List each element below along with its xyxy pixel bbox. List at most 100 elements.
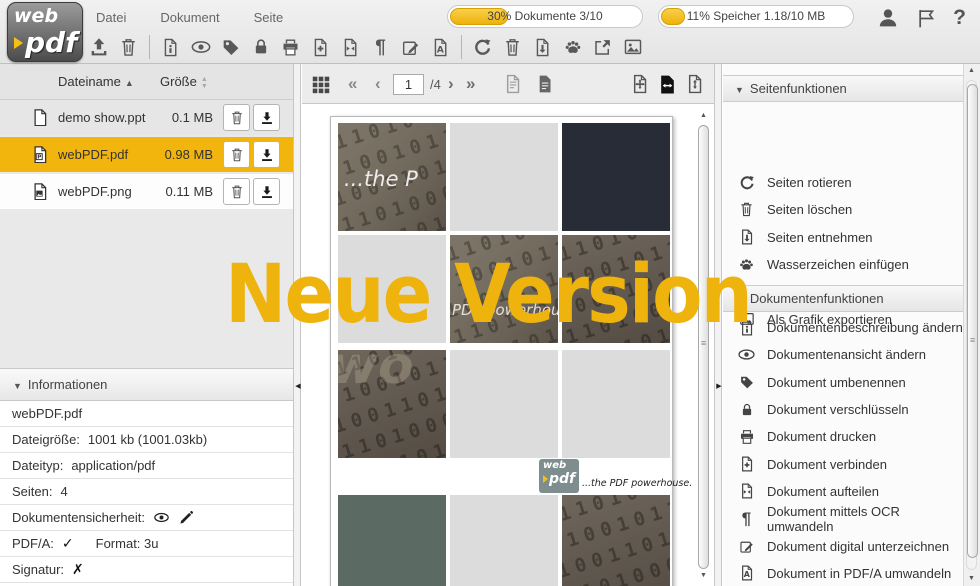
- collapse-left-icon[interactable]: ◀: [294, 382, 302, 390]
- edit-security-pencil-icon[interactable]: [178, 509, 195, 526]
- doc-view-button[interactable]: [188, 35, 213, 60]
- collapse-right-icon[interactable]: ▶: [715, 382, 723, 390]
- info-pdfa: PDF/A: ✓ Format: 3u: [0, 531, 293, 557]
- prev-page-button[interactable]: ‹: [375, 64, 381, 104]
- function-aufteilen[interactable]: Dokument aufteilen: [723, 478, 963, 505]
- last-page-button[interactable]: »: [466, 64, 475, 104]
- function-drucken[interactable]: Dokument drucken: [723, 423, 963, 450]
- user-account-icon[interactable]: [876, 6, 900, 30]
- download-file-button[interactable]: [253, 141, 280, 168]
- doc-info-icon: [160, 37, 181, 58]
- function-umbenennen[interactable]: Dokument umbenennen: [723, 369, 963, 396]
- scroll-up-icon[interactable]: ▲: [964, 64, 979, 78]
- ocr-button[interactable]: ¶: [368, 35, 393, 60]
- printer-icon: [280, 37, 301, 58]
- help-icon[interactable]: ?: [953, 6, 966, 30]
- watermark-paw-icon: [562, 36, 584, 58]
- menu-dokument[interactable]: Dokument: [160, 10, 219, 25]
- view-security-eye-icon[interactable]: [153, 509, 170, 526]
- split-button[interactable]: [338, 35, 363, 60]
- doc-description-button[interactable]: [158, 35, 183, 60]
- column-dateiname[interactable]: Dateiname▲: [58, 64, 134, 101]
- download-icon: [259, 110, 275, 126]
- fit-page-button[interactable]: [629, 64, 651, 104]
- function-ocr[interactable]: ¶Dokument mittels OCR umwandeln: [723, 505, 963, 532]
- scroll-down-icon[interactable]: ▼: [696, 569, 711, 583]
- upload-button[interactable]: [86, 35, 111, 60]
- column-groesse[interactable]: Größe▲▼: [160, 64, 208, 100]
- merge-icon: [310, 37, 331, 58]
- info-filename: webPDF.pdf: [0, 401, 293, 427]
- function-ansicht-aendern[interactable]: Dokumentenansicht ändern: [723, 341, 963, 368]
- merge-button[interactable]: [308, 35, 333, 60]
- section-dokumentenfunktionen[interactable]: ▼Dokumentenfunktionen: [723, 285, 963, 312]
- trash-icon: [502, 37, 523, 58]
- function-seiten-entnehmen[interactable]: Seiten entnehmen: [723, 224, 963, 251]
- download-file-button[interactable]: [253, 178, 280, 205]
- function-seiten-loeschen[interactable]: Seiten löschen: [723, 196, 963, 223]
- rotate-pages-button[interactable]: [470, 35, 495, 60]
- delete-file-button[interactable]: [223, 178, 250, 205]
- scroll-down-icon[interactable]: ▼: [964, 572, 979, 586]
- encrypt-button[interactable]: [248, 35, 273, 60]
- logo-web-text: web: [14, 6, 76, 26]
- delete-pages-button[interactable]: [500, 35, 525, 60]
- scroll-up-icon[interactable]: ▲: [696, 109, 711, 123]
- page-text: ...the P: [344, 167, 418, 191]
- sign-button[interactable]: [398, 35, 423, 60]
- scrollbar-thumb[interactable]: ≡: [698, 125, 709, 569]
- fit-width-button[interactable]: [656, 64, 679, 104]
- single-page-view-button[interactable]: [502, 64, 524, 104]
- delete-file-button[interactable]: [223, 104, 250, 131]
- pdfa-button[interactable]: [428, 35, 453, 60]
- information-header[interactable]: ▼Informationen: [0, 368, 293, 401]
- download-file-button[interactable]: [253, 104, 280, 131]
- file-row-ppt[interactable]: demo show.ppt 0.1 MB: [0, 100, 293, 135]
- watermark-button[interactable]: [560, 35, 585, 60]
- function-pdfa-umwandeln[interactable]: Dokument in PDF/A umwandeln: [723, 560, 963, 586]
- delete-file-button[interactable]: [116, 35, 141, 60]
- info-pages: Seiten:4: [0, 479, 293, 505]
- fit-height-button[interactable]: [684, 64, 706, 104]
- extract-pages-button[interactable]: [530, 35, 555, 60]
- page-ghost-text: wo: [338, 350, 414, 396]
- export-image-button[interactable]: [620, 35, 645, 60]
- first-page-button[interactable]: «: [348, 64, 357, 104]
- function-wasserzeichen[interactable]: Wasserzeichen einfügen: [723, 251, 963, 278]
- file-row-png[interactable]: webPDF.png 0.11 MB: [0, 174, 293, 209]
- merge-icon: [738, 455, 756, 473]
- printer-icon: [738, 428, 756, 446]
- page-filled-icon: [534, 73, 556, 95]
- function-verschluesseln[interactable]: Dokument verschlüsseln: [723, 396, 963, 423]
- thumbnail-grid-button[interactable]: [310, 64, 332, 104]
- delete-file-button[interactable]: [223, 141, 250, 168]
- storage-quota-label: 11% Speicher 1.18/10 MB: [659, 6, 853, 27]
- page-tile-plain: [450, 495, 558, 586]
- extract-content-button[interactable]: [590, 35, 615, 60]
- function-beschreibung-aendern[interactable]: Dokumentenbeschreibung ändern: [723, 314, 963, 341]
- language-flag-icon[interactable]: [915, 7, 938, 30]
- sort-both-icon: ▲▼: [201, 76, 208, 90]
- page-tile-binary: 0101101001100101100101100101100110100101…: [562, 495, 670, 586]
- menu-datei[interactable]: Datei: [96, 10, 126, 25]
- page-number-input[interactable]: [393, 74, 424, 95]
- document-preview[interactable]: 0101101001100101100101100101100110100101…: [302, 105, 714, 586]
- section-seitenfunktionen[interactable]: ▼Seitenfunktionen: [723, 75, 963, 102]
- file-pdf-icon: [31, 145, 49, 163]
- page-tagline: ...the PDF powerhouse.: [582, 478, 692, 489]
- menu-seite[interactable]: Seite: [254, 10, 284, 25]
- function-seiten-rotieren[interactable]: Seiten rotieren: [723, 169, 963, 196]
- right-panel-scrollbar[interactable]: ▲ ≡ ▼: [963, 64, 980, 586]
- caret-down-icon: ▼: [13, 381, 22, 391]
- function-verbinden[interactable]: Dokument verbinden: [723, 450, 963, 477]
- continuous-view-button[interactable]: [534, 64, 556, 104]
- webpdf-logo: web pdf: [7, 2, 83, 62]
- file-name: webPDF.png: [58, 174, 132, 209]
- rename-button[interactable]: [218, 35, 243, 60]
- scrollbar-thumb[interactable]: ≡: [967, 84, 978, 558]
- next-page-button[interactable]: ›: [448, 64, 454, 104]
- function-digital-unterzeichnen[interactable]: Dokument digital unterzeichnen: [723, 532, 963, 559]
- print-button[interactable]: [278, 35, 303, 60]
- file-row-pdf-selected[interactable]: webPDF.pdf 0.98 MB: [0, 137, 293, 172]
- preview-scrollbar[interactable]: ▲ ≡ ▼: [696, 109, 711, 583]
